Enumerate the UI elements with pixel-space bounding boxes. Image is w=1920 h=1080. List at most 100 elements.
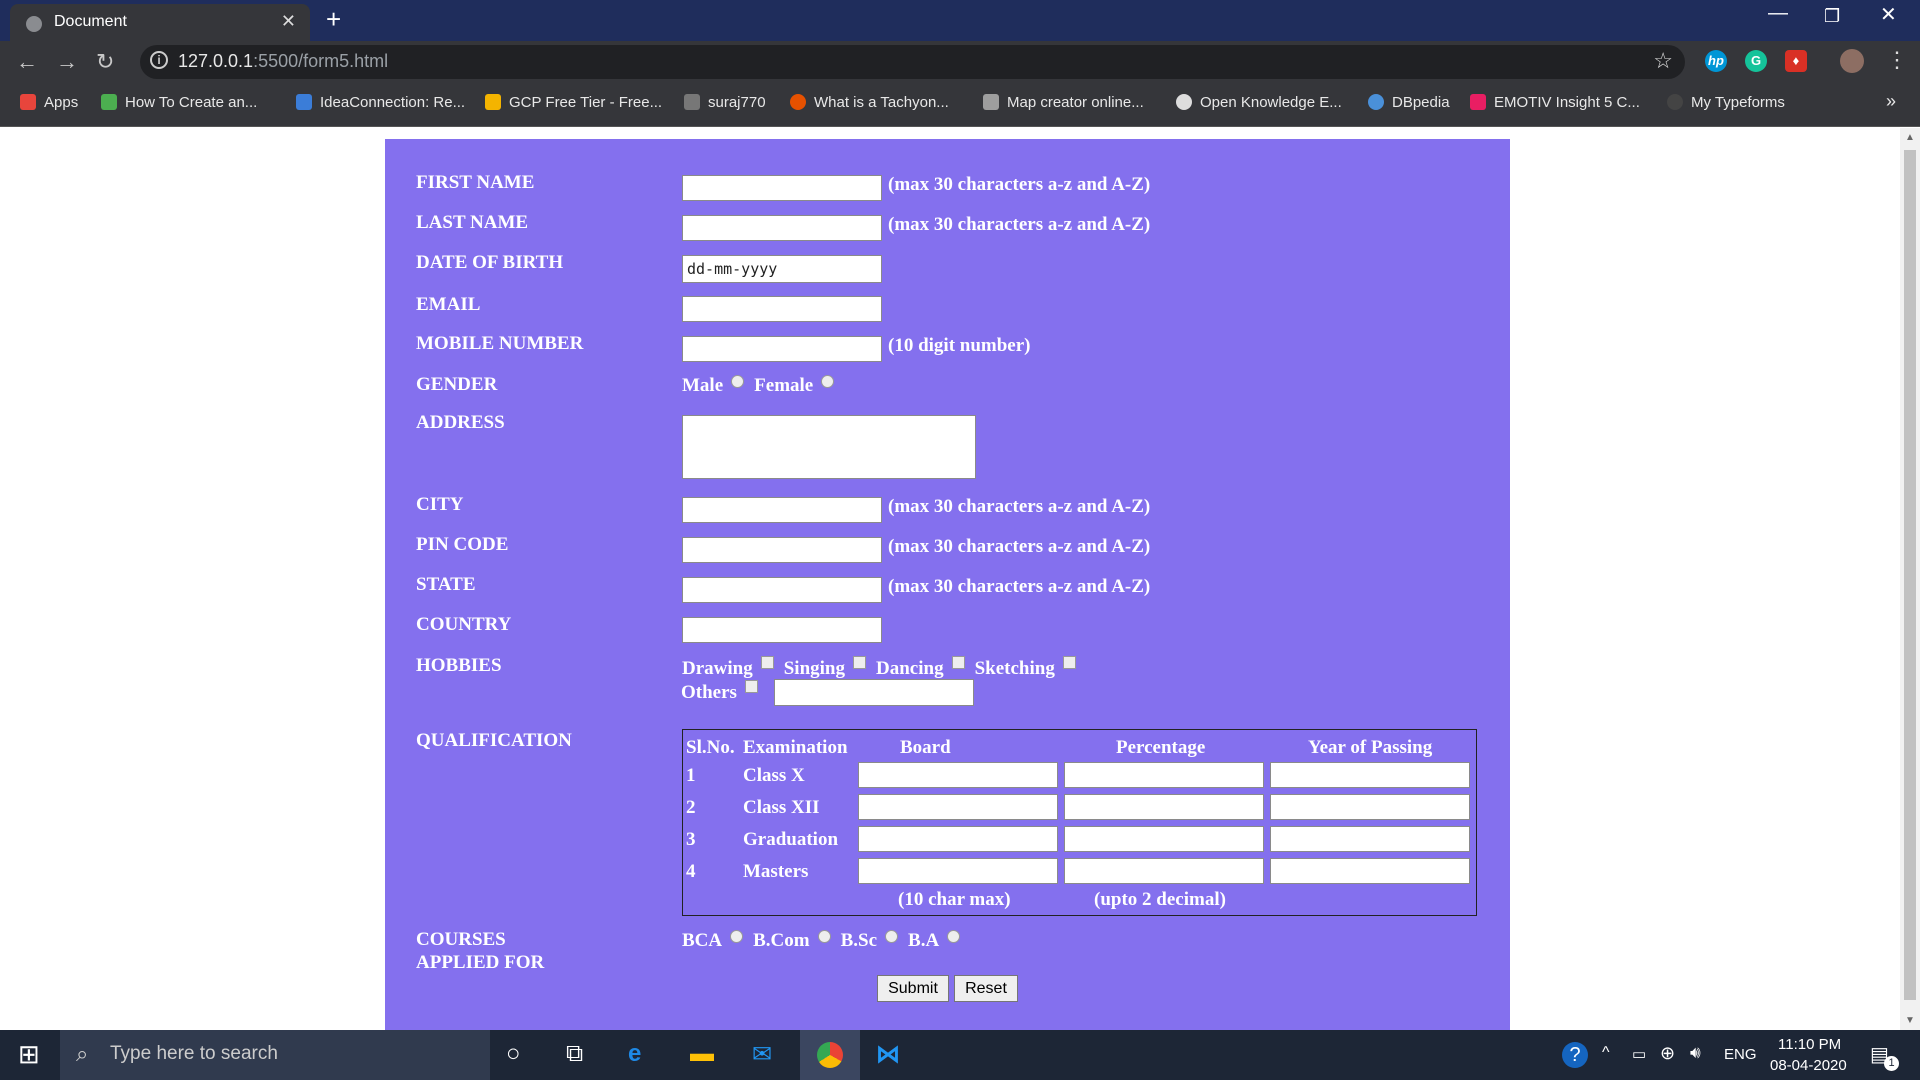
gender-label: GENDER (416, 374, 498, 395)
task-view-icon[interactable]: ⧉ (566, 1040, 583, 1068)
bookmark-item[interactable]: DBpedia (1368, 94, 1450, 111)
first-name-label: FIRST NAME (416, 172, 535, 193)
state-input[interactable] (682, 577, 882, 603)
course-bsc-radio[interactable] (885, 930, 899, 943)
battery-icon[interactable]: ▭ (1632, 1045, 1646, 1063)
address-label: ADDRESS (416, 412, 505, 433)
city-input[interactable] (682, 497, 882, 523)
pin-input[interactable] (682, 537, 882, 563)
address-textarea[interactable] (682, 415, 976, 479)
help-icon[interactable]: ? (1562, 1042, 1588, 1068)
state-hint: (max 30 characters a-z and A-Z) (888, 576, 1151, 597)
bookmark-apps[interactable]: Apps (20, 94, 78, 111)
scroll-up-arrow-icon[interactable]: ▲ (1905, 132, 1915, 143)
clock-date[interactable]: 08-04-2020 (1770, 1057, 1847, 1074)
file-explorer-icon[interactable]: ▬ (690, 1040, 714, 1068)
scrollbar-thumb[interactable] (1904, 150, 1916, 1000)
hobby-dancing-checkbox[interactable] (951, 656, 965, 669)
bookmark-item[interactable]: Open Knowledge E... (1176, 94, 1342, 111)
forward-icon[interactable]: → (56, 49, 78, 75)
course-bcom-radio[interactable] (817, 930, 831, 943)
country-input[interactable] (682, 617, 882, 643)
board-input[interactable] (858, 826, 1058, 852)
menu-icon[interactable]: ⋮ (1886, 47, 1908, 73)
percentage-input[interactable] (1064, 858, 1264, 884)
info-icon[interactable]: i (150, 51, 168, 69)
email-input[interactable] (682, 296, 882, 322)
bookmark-item[interactable]: EMOTIV Insight 5 C... (1470, 94, 1640, 111)
close-tab-icon[interactable]: ✕ (281, 11, 296, 32)
course-ba-radio[interactable] (947, 930, 961, 943)
show-hidden-icons-icon[interactable]: ^ (1602, 1044, 1610, 1062)
browser-tab[interactable]: Document ✕ (10, 4, 310, 41)
page-scrollbar[interactable]: ▲ ▼ (1900, 128, 1920, 1030)
gender-female-radio[interactable] (821, 375, 835, 388)
dob-label: DATE OF BIRTH (416, 252, 564, 273)
windows-taskbar: ⊞ ⌕ Type here to search ○ ⧉ e ▬ ✉ ⋈ ? ^ … (0, 1030, 1920, 1080)
vscode-icon[interactable]: ⋈ (876, 1040, 900, 1069)
cortana-icon[interactable]: ○ (506, 1040, 521, 1068)
submit-button[interactable]: Submit (877, 975, 949, 1002)
clock-time[interactable]: 11:10 PM (1778, 1036, 1841, 1053)
board-input[interactable] (858, 794, 1058, 820)
table-header-year: Year of Passing (1308, 737, 1433, 758)
reload-icon[interactable]: ↻ (96, 49, 114, 75)
close-window-icon[interactable]: ✕ (1880, 2, 1897, 27)
course-bca-radio[interactable] (730, 930, 744, 943)
windows-start-icon[interactable]: ⊞ (18, 1039, 40, 1070)
avatar[interactable] (1840, 49, 1864, 73)
scroll-down-arrow-icon[interactable]: ▼ (1905, 1015, 1915, 1026)
percentage-input[interactable] (1064, 826, 1264, 852)
chrome-taskbar-button[interactable] (800, 1030, 860, 1080)
hobby-singing-checkbox[interactable] (853, 656, 866, 669)
volume-icon[interactable]: 🔊︎ (1690, 1043, 1701, 1063)
network-icon[interactable]: ⊕ (1660, 1043, 1675, 1064)
minimize-icon[interactable]: — (1768, 2, 1788, 25)
bookmark-item[interactable]: How To Create an... (101, 94, 257, 111)
more-bookmarks-button[interactable]: » (1886, 91, 1896, 112)
bookmark-item[interactable]: What is a Tachyon... (790, 94, 949, 111)
percentage-input[interactable] (1064, 794, 1264, 820)
bookmarks-bar: Apps How To Create an... IdeaConnection:… (0, 83, 1920, 127)
board-input[interactable] (858, 858, 1058, 884)
hobby-others-input[interactable] (774, 679, 974, 706)
mobile-input[interactable] (682, 336, 882, 362)
new-tab-button[interactable]: + (326, 4, 341, 35)
bookmark-item[interactable]: My Typeforms (1667, 94, 1785, 111)
year-input[interactable] (1270, 794, 1470, 820)
board-input[interactable] (858, 762, 1058, 788)
edge-icon[interactable]: e (628, 1040, 641, 1068)
hobby-others-label: Others (681, 682, 737, 703)
year-input[interactable] (1270, 826, 1470, 852)
dob-input[interactable]: dd-mm-yyyy (682, 255, 882, 283)
hp-extension-icon[interactable]: hp (1705, 50, 1727, 72)
hobby-sketching-checkbox[interactable] (1062, 656, 1076, 669)
bookmark-item[interactable]: Map creator online... (983, 94, 1144, 111)
bookmark-item[interactable]: IdeaConnection: Re... (296, 94, 465, 111)
back-icon[interactable]: ← (16, 49, 38, 75)
gender-male-label: Male (682, 375, 724, 396)
hobby-others-checkbox[interactable] (744, 680, 758, 693)
year-input[interactable] (1270, 858, 1470, 884)
mail-icon[interactable]: ✉ (752, 1040, 772, 1069)
gender-male-radio[interactable] (731, 375, 745, 388)
restore-icon[interactable]: ❐ (1824, 6, 1840, 27)
shield-extension-icon[interactable]: ♦ (1785, 50, 1807, 72)
language-indicator[interactable]: ENG (1724, 1046, 1757, 1063)
bookmark-favicon (790, 94, 806, 110)
bookmark-item[interactable]: suraj770 (684, 94, 766, 111)
percentage-input[interactable] (1064, 762, 1264, 788)
gender-options: Male Female (682, 375, 844, 397)
first-name-input[interactable] (682, 175, 882, 201)
year-input[interactable] (1270, 762, 1470, 788)
taskbar-search[interactable]: ⌕ Type here to search (60, 1030, 490, 1080)
last-name-input[interactable] (682, 215, 882, 241)
search-icon: ⌕ (76, 1041, 89, 1066)
gender-female-label: Female (754, 375, 814, 396)
reset-button[interactable]: Reset (954, 975, 1018, 1002)
hobby-drawing-checkbox[interactable] (760, 656, 774, 669)
bookmark-star-icon[interactable]: ☆ (1653, 48, 1673, 74)
bookmark-item[interactable]: GCP Free Tier - Free... (485, 94, 662, 111)
address-bar[interactable]: i 127.0.0.1:5500/form5.html ☆ (140, 45, 1685, 79)
grammarly-extension-icon[interactable]: G (1745, 50, 1767, 72)
